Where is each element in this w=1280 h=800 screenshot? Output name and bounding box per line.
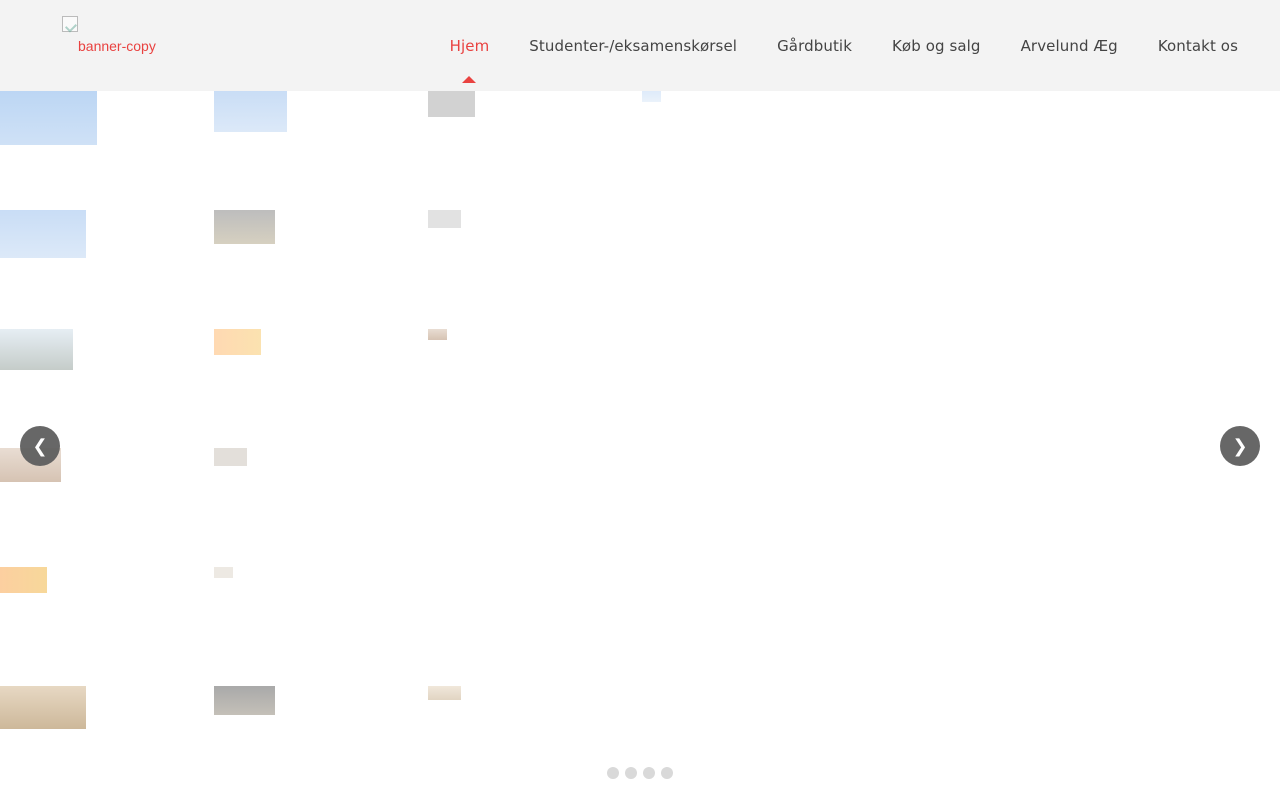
- slide-tile: [214, 91, 287, 132]
- slide-tile: [0, 329, 73, 370]
- site-header: banner-copy Hjem Studenter-/eksamenskørs…: [0, 0, 1280, 91]
- slide-tile: [428, 329, 447, 340]
- site-logo-link[interactable]: banner-copy: [62, 16, 156, 56]
- slide-tile: [642, 91, 661, 102]
- slide-tile: [214, 686, 275, 715]
- slide-tile: [428, 686, 461, 700]
- nav-item-hjem[interactable]: Hjem: [449, 36, 490, 83]
- nav-item-label: Hjem: [449, 36, 490, 55]
- slider-dot[interactable]: [625, 767, 637, 779]
- nav-item-kontakt-os[interactable]: Kontakt os: [1158, 37, 1238, 55]
- active-caret-icon: [462, 75, 477, 83]
- slider-dot[interactable]: [643, 767, 655, 779]
- slider-prev-button[interactable]: ❮: [20, 426, 60, 466]
- nav-item-label: Kontakt os: [1157, 36, 1238, 55]
- nav-item-label: Køb og salg: [891, 36, 981, 55]
- main-navigation: Hjem Studenter-/eksamenskørsel Gårdbutik…: [410, 0, 1238, 91]
- slide-tile: [428, 91, 475, 117]
- slide-tile: [0, 567, 47, 593]
- slide-tile: [428, 210, 461, 228]
- slide-tile: [214, 210, 275, 244]
- slider-next-button[interactable]: ❯: [1220, 426, 1260, 466]
- slider-pagination: [607, 767, 679, 779]
- nav-item-studenter-eksamenskorsel[interactable]: Studenter-/eksamenskørsel: [529, 37, 737, 55]
- slide-tile: [0, 210, 86, 258]
- nav-item-label: Gårdbutik: [777, 36, 852, 55]
- slide-tile: [214, 329, 261, 355]
- slide-tile: [0, 686, 86, 729]
- nav-item-label: Arvelund Æg: [1020, 36, 1118, 55]
- chevron-right-icon: ❯: [1232, 435, 1248, 457]
- hero-slider: ❮ ❯: [0, 91, 1280, 800]
- slider-dot[interactable]: [661, 767, 673, 779]
- nav-item-kob-og-salg[interactable]: Køb og salg: [892, 37, 981, 55]
- slide-tile: [214, 567, 233, 578]
- chevron-left-icon: ❮: [32, 435, 48, 457]
- logo-alt-text: banner-copy: [78, 38, 156, 54]
- broken-image-icon: [62, 16, 78, 32]
- slider-dot[interactable]: [607, 767, 619, 779]
- nav-item-gardbutik[interactable]: Gårdbutik: [777, 37, 852, 55]
- nav-item-arvelund-aeg[interactable]: Arvelund Æg: [1021, 37, 1118, 55]
- nav-item-label: Studenter-/eksamenskørsel: [529, 36, 738, 55]
- slide-tile: [214, 448, 247, 466]
- slide-tile: [0, 91, 97, 145]
